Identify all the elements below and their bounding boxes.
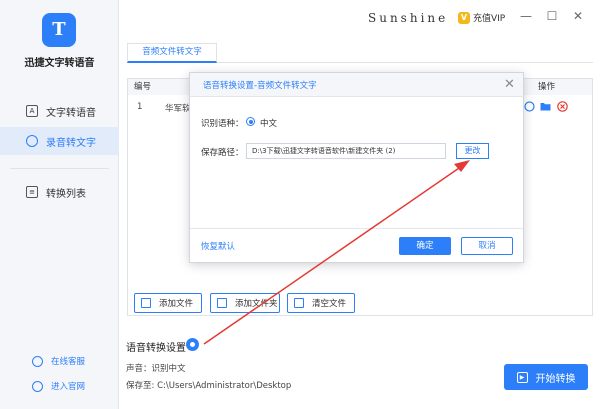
language-radio[interactable] bbox=[246, 117, 255, 126]
minimize-button[interactable]: — bbox=[519, 9, 533, 23]
add-file-button[interactable]: 添加文件 bbox=[134, 293, 202, 313]
cancel-button[interactable]: 取消 bbox=[461, 237, 513, 255]
reset-default-link[interactable]: 恢复默认 bbox=[201, 240, 235, 252]
language-label: 识别语种： bbox=[201, 119, 244, 129]
change-path-button[interactable]: 更改 bbox=[456, 143, 489, 159]
column-header-ops: 操作 bbox=[538, 82, 556, 92]
official-site-link[interactable]: 进入官网 bbox=[32, 380, 85, 392]
play-icon: ▶ bbox=[516, 371, 528, 383]
gear-icon[interactable] bbox=[186, 338, 199, 351]
settings-dialog bbox=[189, 72, 524, 263]
ok-button[interactable]: 确定 bbox=[399, 237, 451, 255]
list-icon: ≡ bbox=[26, 186, 38, 198]
dialog-divider bbox=[190, 228, 523, 229]
text-a-icon: A bbox=[26, 105, 38, 117]
language-value: 中文 bbox=[260, 119, 278, 129]
play-icon[interactable] bbox=[524, 101, 535, 112]
save-path-setting: 保存至: C:\Users\Administrator\Desktop bbox=[126, 381, 292, 391]
clear-files-button[interactable]: 清空文件 bbox=[287, 293, 355, 313]
sidebar-item-text-to-speech[interactable]: A 文字转语音 bbox=[0, 97, 119, 125]
sidebar-item-speech-to-text[interactable]: 录音转文字 bbox=[0, 127, 119, 155]
app-title: 迅捷文字转语音 bbox=[24, 58, 95, 69]
globe-icon bbox=[32, 380, 43, 392]
row-index: 1 bbox=[137, 102, 143, 112]
app-logo: T bbox=[42, 13, 76, 47]
maximize-button[interactable]: ☐ bbox=[545, 9, 559, 23]
save-path-input[interactable]: D:\3下载\迅捷文字转语音软件\新建文件夹 (2) bbox=[246, 143, 446, 159]
vip-button[interactable]: V 充值VIP bbox=[458, 11, 505, 24]
add-file-icon bbox=[141, 298, 151, 308]
close-button[interactable]: ✕ bbox=[571, 9, 585, 23]
start-convert-button[interactable]: ▶ 开始转换 bbox=[504, 364, 588, 390]
add-folder-button[interactable]: 添加文件夹 bbox=[210, 293, 280, 313]
headset-icon bbox=[32, 355, 43, 367]
voice-setting: 声音：识别中文 bbox=[126, 364, 186, 374]
dialog-title: 语音转换设置-音频文件转文字 bbox=[203, 81, 317, 91]
sidebar-item-label: 录音转文字 bbox=[46, 137, 96, 149]
trash-icon bbox=[294, 298, 304, 308]
folder-icon[interactable] bbox=[540, 101, 551, 112]
sidebar-item-label: 转换列表 bbox=[46, 188, 86, 200]
path-label: 保存路径： bbox=[201, 148, 244, 158]
column-header-index: 编号 bbox=[134, 82, 152, 92]
sidebar-item-label: 文字转语音 bbox=[46, 107, 96, 119]
dialog-close-icon[interactable]: ✕ bbox=[504, 77, 515, 92]
settings-title: 语音转换设置 bbox=[126, 343, 186, 354]
tab-audio-to-text[interactable]: 音频文件转文字 bbox=[127, 43, 217, 63]
delete-icon[interactable] bbox=[557, 101, 568, 112]
sidebar-item-convert-list[interactable]: ≡ 转换列表 bbox=[0, 178, 119, 206]
sidebar-divider bbox=[10, 168, 109, 169]
brand-text: Sunshine bbox=[368, 11, 449, 25]
online-support-link[interactable]: 在线客服 bbox=[32, 355, 85, 367]
vip-crown-icon: V bbox=[458, 11, 470, 24]
row-file-name: 华军软 bbox=[165, 104, 191, 114]
add-folder-icon bbox=[217, 298, 227, 308]
microphone-icon bbox=[26, 135, 38, 147]
